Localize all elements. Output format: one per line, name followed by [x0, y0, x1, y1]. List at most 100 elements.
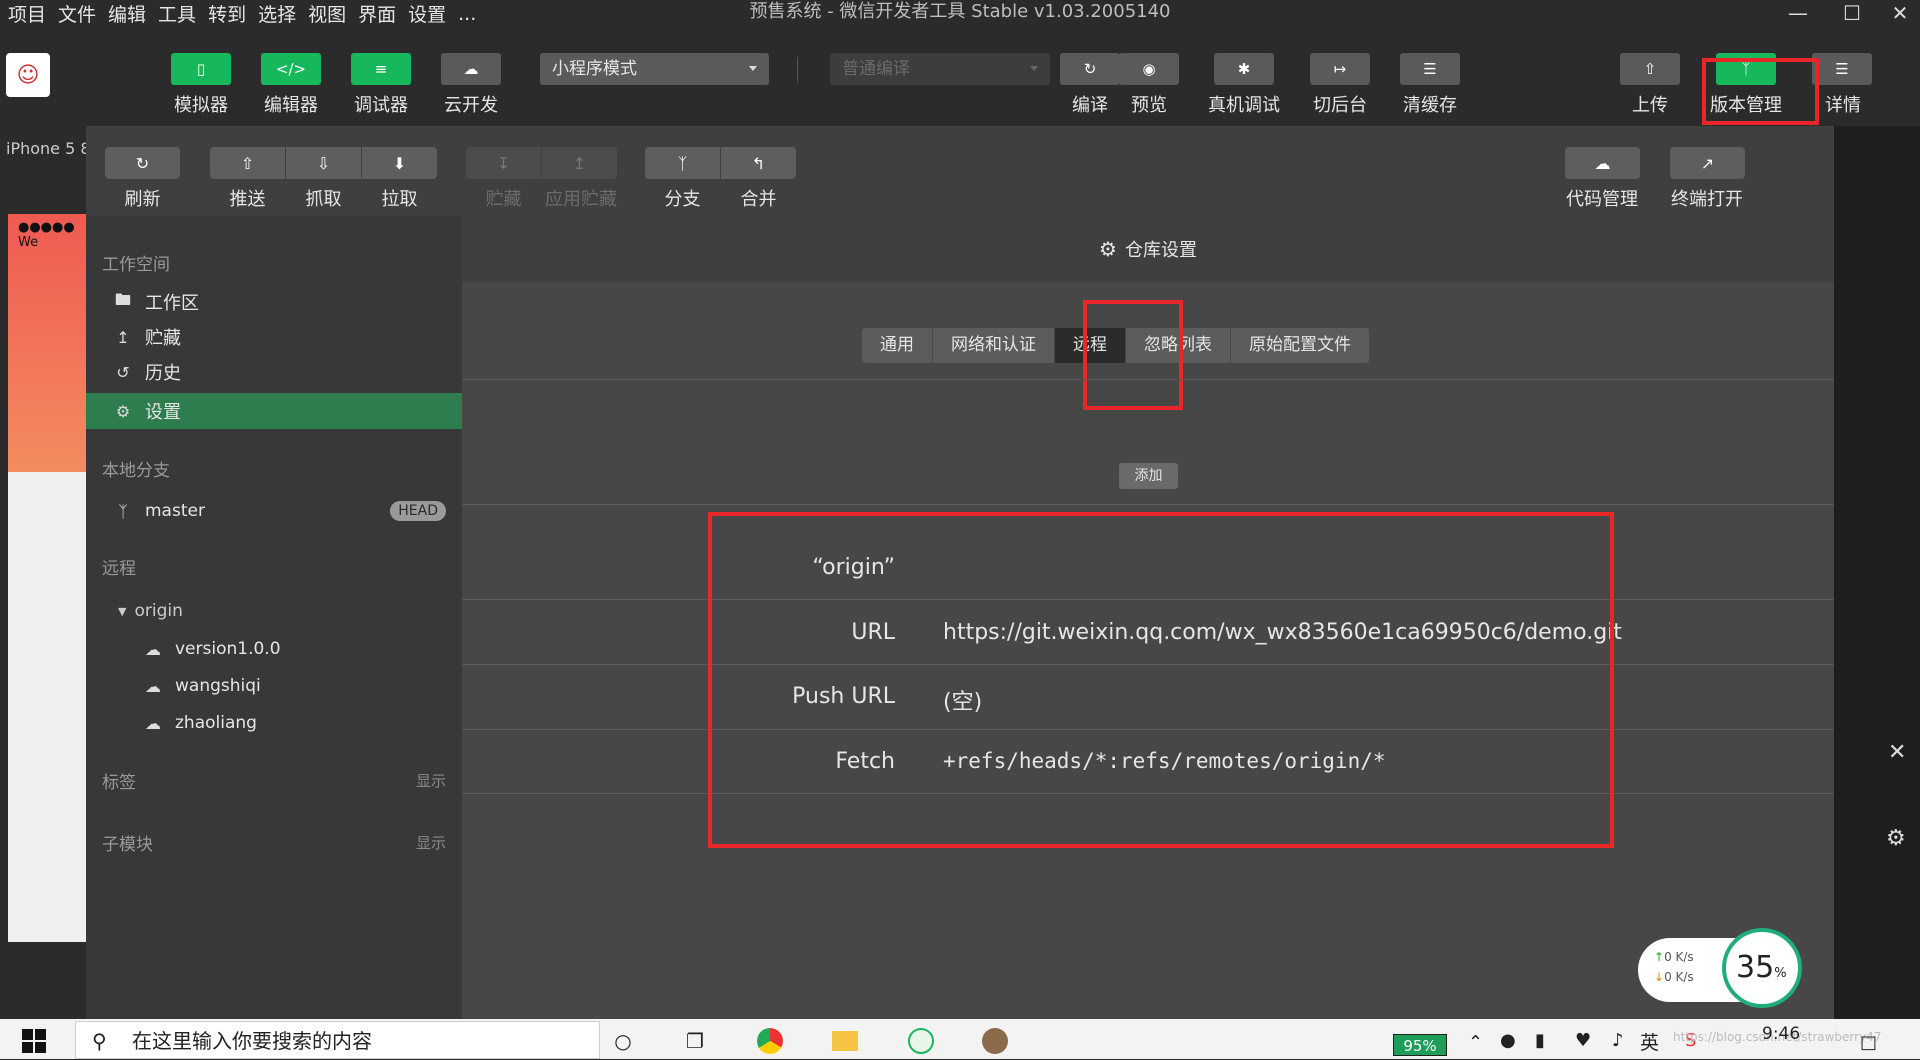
gear-icon[interactable]: ⚙ — [1886, 826, 1906, 851]
remote-origin[interactable]: ▼ origin — [86, 594, 462, 628]
close-icon[interactable]: ✕ — [1880, 0, 1920, 26]
divider — [462, 379, 1834, 380]
menu-goto[interactable]: 转到 — [208, 0, 246, 27]
folder-icon: 🖿 — [114, 289, 131, 309]
pull-label[interactable]: 拉取 — [362, 185, 437, 211]
preview-label[interactable]: 预览 — [1104, 91, 1194, 117]
simulator-label[interactable]: 模拟器 — [156, 91, 246, 117]
clear-cache-label[interactable]: 清缓存 — [1385, 91, 1475, 117]
app-icon[interactable] — [980, 1027, 1010, 1055]
terminal-label[interactable]: 终端打开 — [1661, 185, 1753, 211]
task-view-icon[interactable]: ❐ — [680, 1027, 710, 1055]
chrome-icon[interactable] — [755, 1027, 785, 1055]
branch-master[interactable]: ᛉ master HEAD — [86, 494, 462, 528]
add-remote-button[interactable]: 添加 — [1119, 463, 1178, 489]
minimize-icon[interactable]: — — [1778, 0, 1818, 26]
editor-label[interactable]: 编辑器 — [246, 91, 336, 117]
sidebar-item-history[interactable]: ↺ 历史 — [86, 355, 462, 389]
upload-icon[interactable]: ⇧ — [1620, 53, 1680, 85]
chevron-up-icon[interactable]: ⌃ — [1468, 1032, 1483, 1053]
local-branch-title: 本地分支 — [102, 461, 170, 481]
ime-indicator[interactable]: 英 — [1640, 1028, 1659, 1055]
editor-icon[interactable]: </> — [261, 53, 321, 85]
sidebar-item-settings[interactable]: ⚙ 设置 — [86, 393, 462, 429]
maximize-icon[interactable]: ☐ — [1832, 0, 1872, 26]
menu-project[interactable]: 项目 — [8, 0, 46, 27]
folder-icon[interactable] — [830, 1027, 860, 1055]
tags-show-link[interactable]: 显示 — [416, 770, 446, 791]
real-debug-label[interactable]: 真机调试 — [1199, 91, 1289, 117]
menu-file[interactable]: 文件 — [58, 0, 96, 27]
wifi-icon[interactable]: ♥ — [1575, 1030, 1591, 1051]
sidebar-item-label: 工作区 — [145, 293, 199, 314]
notification-icon[interactable]: □ — [1860, 1032, 1877, 1053]
menu-tools[interactable]: 工具 — [158, 0, 196, 27]
apply-stash-label[interactable]: 应用贮藏 — [536, 185, 626, 211]
background-label[interactable]: 切后台 — [1295, 91, 1385, 117]
cloud-label[interactable]: 云开发 — [426, 91, 516, 117]
mode-select[interactable]: 小程序模式 — [540, 53, 769, 85]
cortana-icon[interactable]: ○ — [608, 1027, 638, 1055]
submodule-title: 子模块 — [102, 835, 153, 855]
compile-icon[interactable]: ↻ — [1060, 53, 1120, 85]
fetch-label[interactable]: 抓取 — [286, 185, 361, 211]
fetch-icon[interactable]: ⇩ — [286, 147, 361, 179]
menu-icon[interactable]: ☰ — [1812, 53, 1872, 85]
simulator-icon[interactable]: ▯ — [171, 53, 231, 85]
menu-view[interactable]: 视图 — [308, 0, 346, 27]
external-link-icon[interactable]: ↗ — [1670, 147, 1745, 179]
preview-icon[interactable]: ◉ — [1119, 53, 1179, 85]
merge-label[interactable]: 合并 — [721, 185, 796, 211]
stash-icon[interactable]: ↧ — [466, 147, 541, 179]
wechat-devtools-icon[interactable] — [906, 1027, 936, 1055]
submodule-show-link[interactable]: 显示 — [416, 832, 446, 853]
background-icon[interactable]: ↦ — [1310, 53, 1370, 85]
menu-more[interactable]: ... — [458, 3, 476, 25]
menu-select[interactable]: 选择 — [258, 0, 296, 27]
branch-label[interactable]: 分支 — [645, 185, 720, 211]
debugger-label[interactable]: 调试器 — [336, 91, 426, 117]
tab-network-auth[interactable]: 网络和认证 — [933, 328, 1055, 363]
device-label[interactable]: iPhone 5 8 — [6, 139, 91, 158]
remote-branch[interactable]: ☁ wangshiqi — [86, 669, 462, 703]
sidebar-item-stash[interactable]: ↥ 贮藏 — [86, 320, 462, 354]
avatar[interactable]: ☺ — [6, 53, 50, 97]
volume-icon[interactable]: ♪ — [1612, 1030, 1624, 1051]
qq-icon[interactable]: ● — [1500, 1030, 1516, 1051]
upload-label[interactable]: 上传 — [1605, 91, 1695, 117]
memory-usage-circle[interactable]: 35% — [1722, 928, 1802, 1008]
layers-icon[interactable]: ☰ — [1400, 53, 1460, 85]
remote-origin-label: origin — [134, 601, 183, 621]
battery-icon[interactable]: ▮ — [1535, 1030, 1545, 1051]
merge-icon[interactable]: ↰ — [721, 147, 796, 179]
debugger-icon[interactable]: ≡ — [351, 53, 411, 85]
battery-badge[interactable]: 95% — [1393, 1034, 1447, 1056]
windows-start-icon[interactable] — [22, 1029, 46, 1053]
menu-interface[interactable]: 界面 — [358, 0, 396, 27]
clock[interactable]: 9:46 — [1762, 1024, 1800, 1044]
cloud-icon[interactable]: ☁ — [1565, 147, 1640, 179]
remote-branch[interactable]: ☁ version1.0.0 — [86, 632, 462, 666]
cloud-icon[interactable]: ☁ — [441, 53, 501, 85]
taskbar-search-input[interactable]: 在这里输入你要搜索的内容 — [75, 1021, 600, 1059]
tab-general[interactable]: 通用 — [862, 328, 933, 363]
remote-branch[interactable]: ☁ zhaoliang — [86, 706, 462, 740]
sidebar-item-workspace[interactable]: 🖿 工作区 — [86, 285, 462, 319]
stash-label[interactable]: 贮藏 — [466, 185, 541, 211]
apply-stash-icon[interactable]: ↥ — [542, 147, 617, 179]
push-label[interactable]: 推送 — [210, 185, 285, 211]
bug-icon[interactable]: ✱ — [1214, 53, 1274, 85]
highlight-box — [1083, 300, 1183, 410]
remote-branch-label: version1.0.0 — [175, 639, 281, 659]
tab-raw-config[interactable]: 原始配置文件 — [1231, 328, 1370, 363]
refresh-label[interactable]: 刷新 — [105, 185, 180, 211]
pull-icon[interactable]: ⬇ — [362, 147, 437, 179]
code-mgmt-label[interactable]: 代码管理 — [1556, 185, 1648, 211]
compile-select[interactable]: 普通编译 — [830, 53, 1050, 85]
menu-edit[interactable]: 编辑 — [108, 0, 146, 27]
branch-icon[interactable]: ᛉ — [645, 147, 720, 179]
menu-settings[interactable]: 设置 — [408, 0, 446, 27]
push-icon[interactable]: ⇧ — [210, 147, 285, 179]
close-icon[interactable]: ✕ — [1888, 740, 1906, 765]
refresh-icon[interactable]: ↻ — [105, 147, 180, 179]
